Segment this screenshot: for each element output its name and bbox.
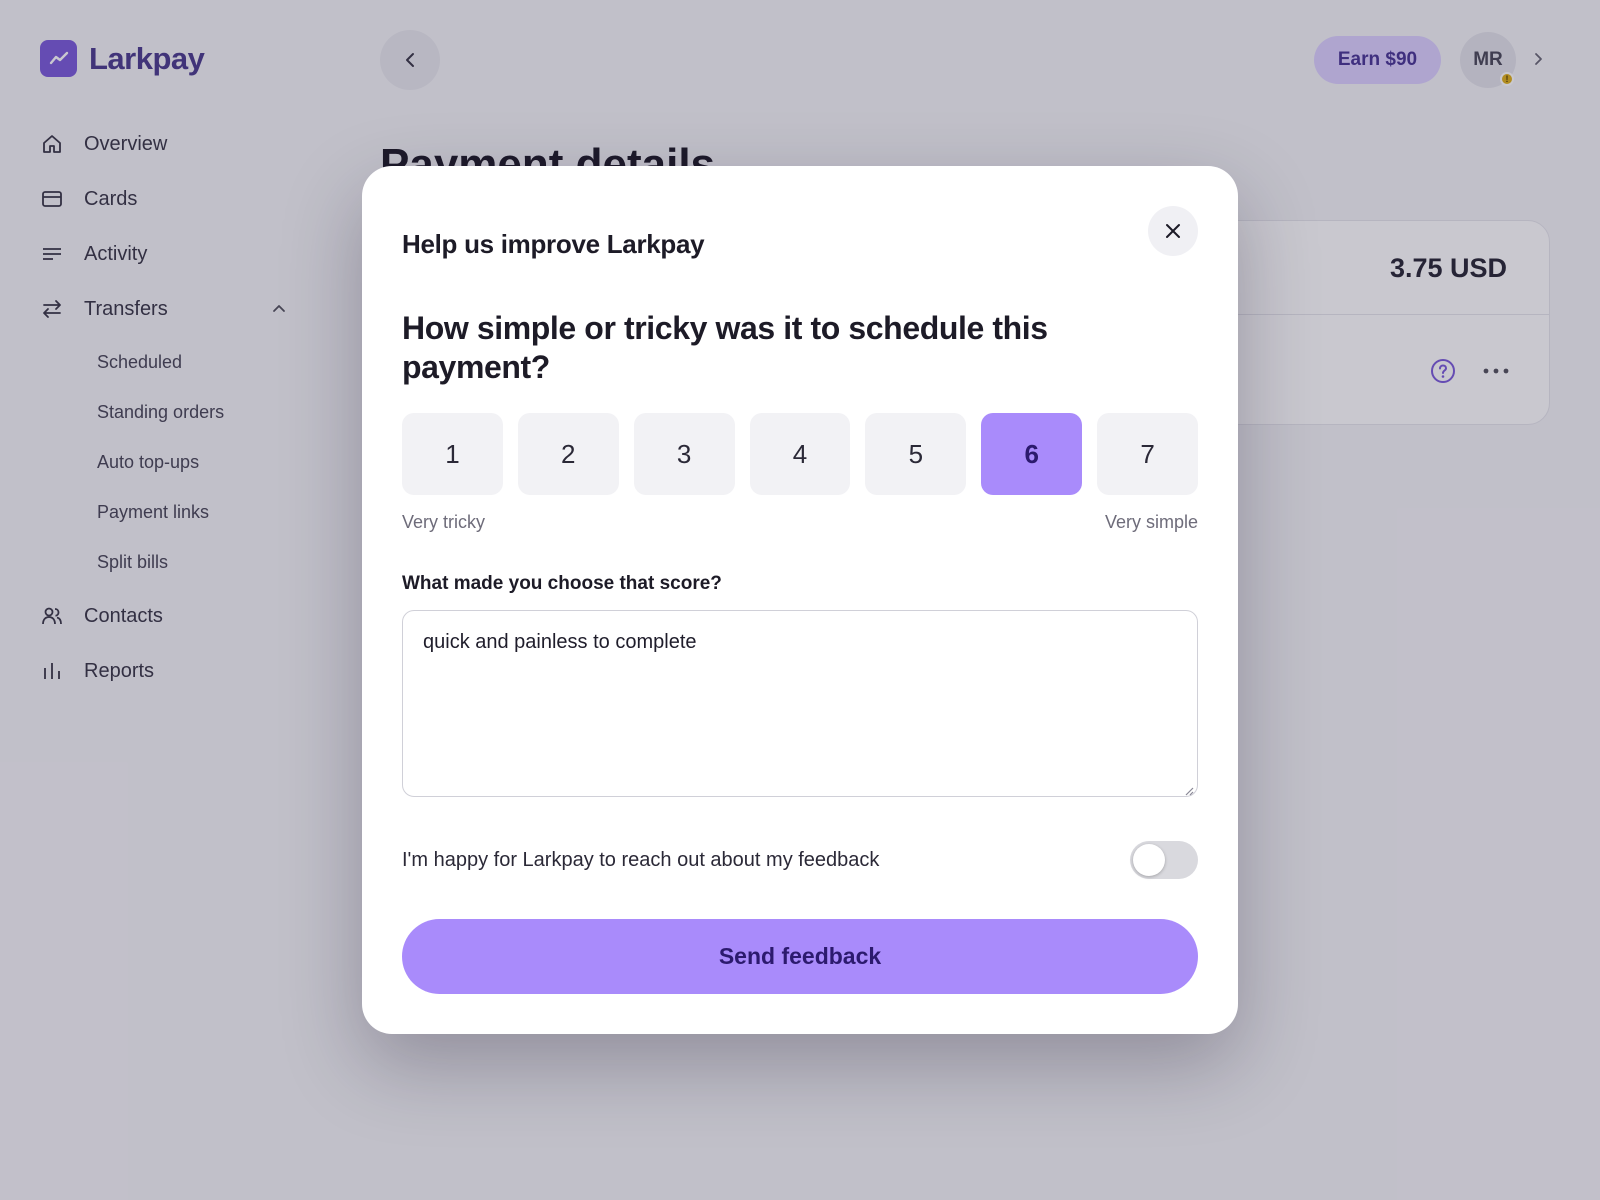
reason-label: What made you choose that score? [402,573,722,594]
survey-question: How simple or tricky was it to schedule … [402,310,1048,385]
consent-toggle[interactable] [1130,841,1198,879]
score-scale: 1 2 3 4 5 6 7 [402,413,1199,495]
score-option-3[interactable]: 3 [633,413,735,495]
feedback-modal: Help us improve Larkpay How simple or tr… [362,166,1238,1034]
modal-title: Help us improve Larkpay [402,229,705,259]
score-option-4[interactable]: 4 [749,413,851,495]
send-feedback-button[interactable]: Send feedback [402,919,1198,994]
score-option-6[interactable]: 6 [981,413,1083,495]
score-option-1[interactable]: 1 [402,413,503,495]
close-icon [1166,224,1180,238]
toggle-knob [1133,844,1165,876]
score-option-5[interactable]: 5 [865,413,967,495]
close-button[interactable] [1148,206,1198,256]
scale-high-label: Very simple [1104,512,1198,532]
score-option-2[interactable]: 2 [517,413,619,495]
scale-low-label: Very tricky [402,512,486,532]
reason-textarea[interactable]: quick and painless to complete [402,610,1198,797]
score-option-7[interactable]: 7 [1097,413,1199,495]
resize-handle-icon[interactable] [1184,783,1194,796]
consent-label: I'm happy for Larkpay to reach out about… [402,849,880,871]
